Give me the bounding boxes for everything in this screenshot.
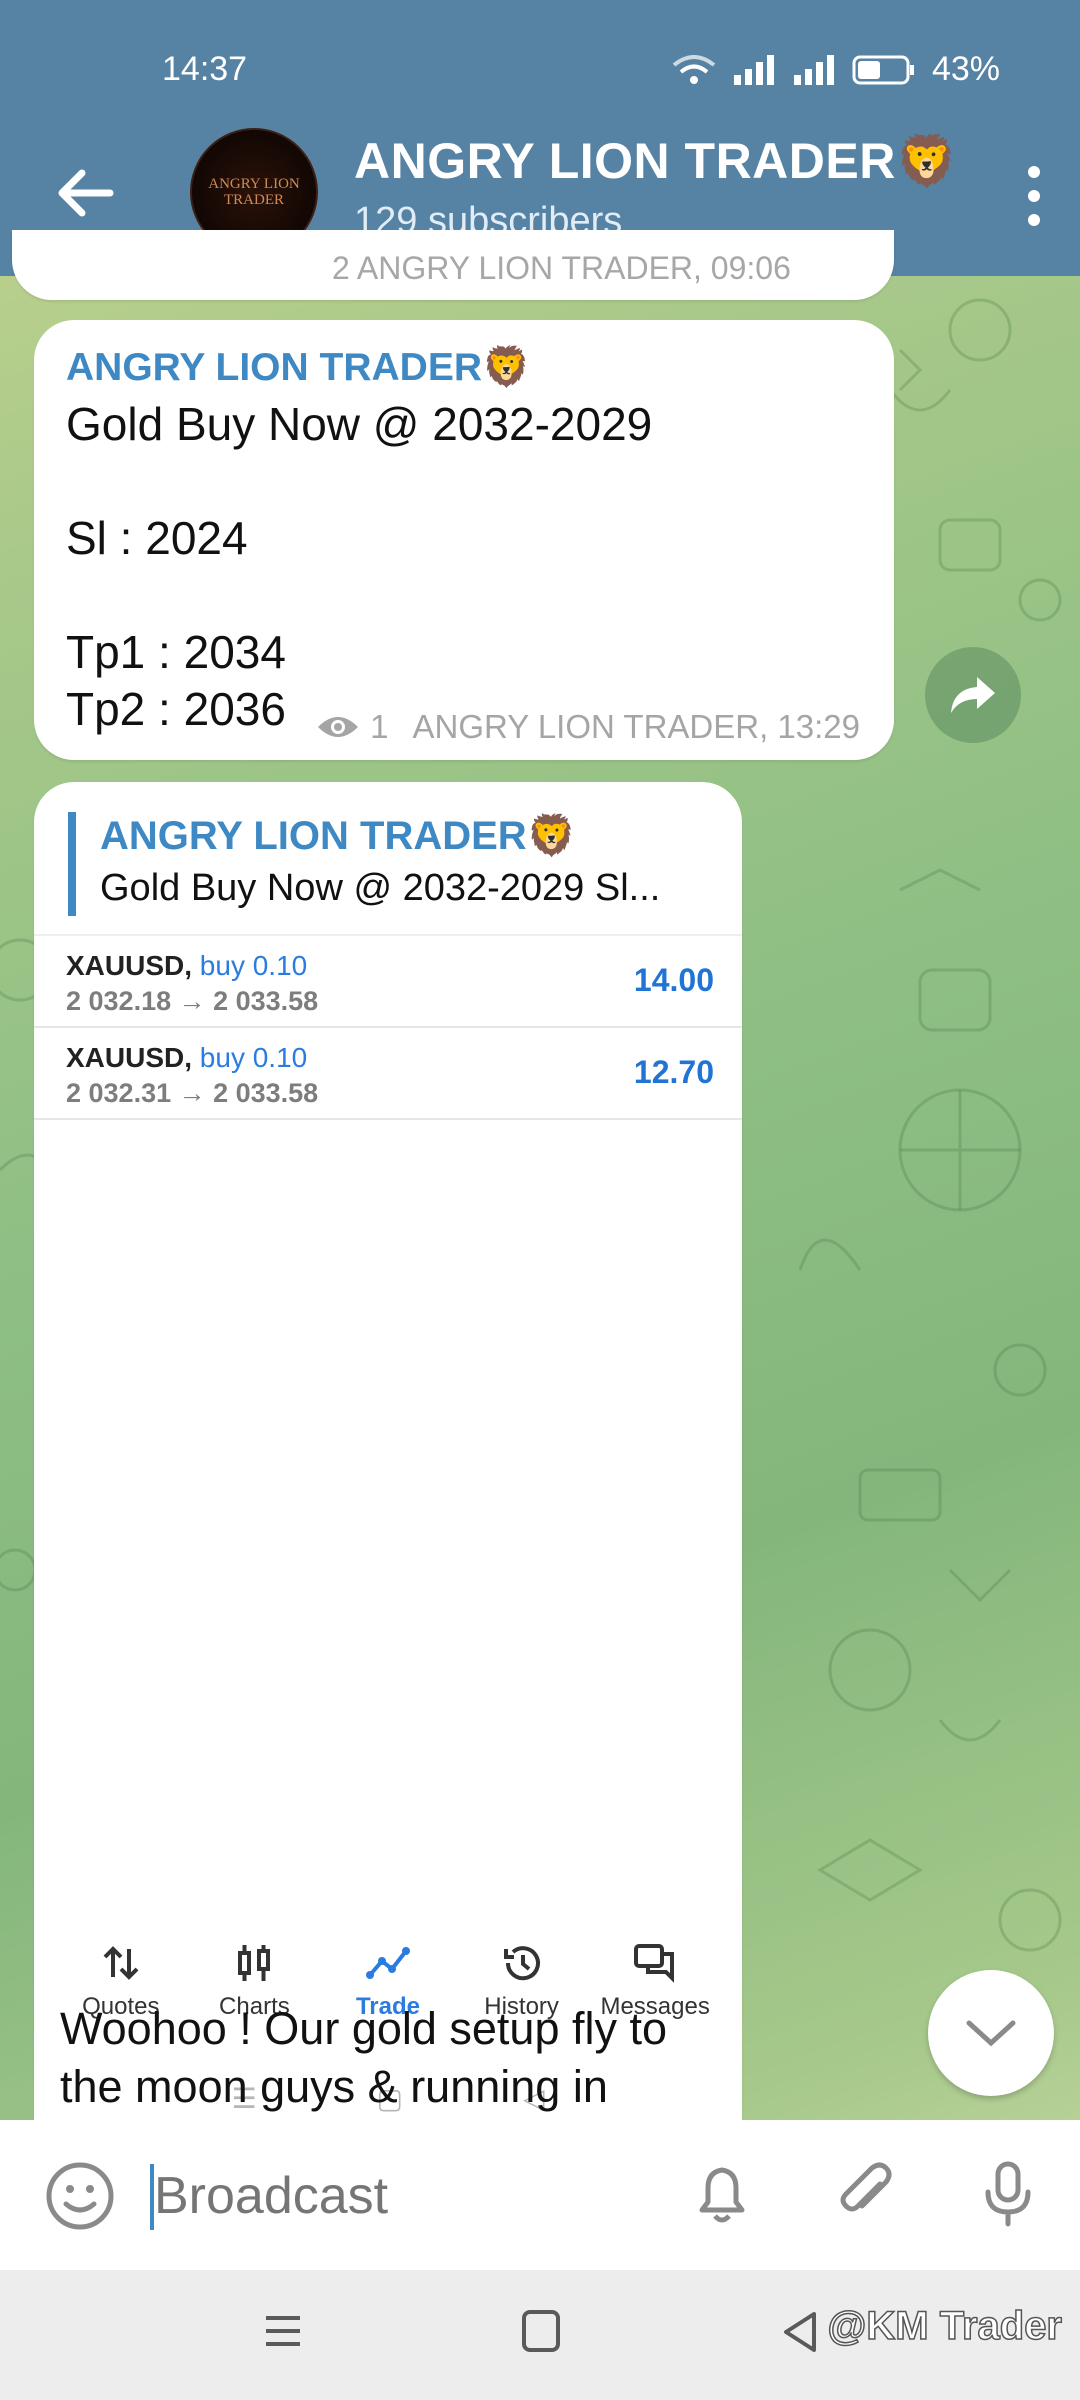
message-text: Gold Buy Now @ 2032-2029 Sl : 2024 Tp1 :… xyxy=(66,398,653,735)
forward-button[interactable] xyxy=(925,647,1021,743)
trade-profit: 12.70 xyxy=(633,1054,714,1090)
message-bubble-signal[interactable]: ANGRY LION TRADER🦁 Gold Buy Now @ 2032-2… xyxy=(34,320,894,760)
message-author[interactable]: ANGRY LION TRADER🦁 xyxy=(66,344,531,390)
trade-screenshot-image[interactable]: XAUUSD, buy 0.10 2 032.18 → 2 033.58 14.… xyxy=(34,934,742,2114)
history-icon xyxy=(503,1946,540,1981)
more-options-button[interactable] xyxy=(1014,160,1054,232)
signal-icon xyxy=(733,54,774,85)
reply-author: ANGRY LION TRADER🦁 xyxy=(100,814,577,858)
channel-title[interactable]: ANGRY LION TRADER🦁 xyxy=(354,132,959,191)
trade-prices: 2 032.18 → 2 033.58 xyxy=(66,986,319,1016)
previous-message-bubble[interactable]: 2 ANGRY LION TRADER, 09:06 xyxy=(12,230,894,300)
trade-symbol: XAUUSD, xyxy=(66,950,193,981)
message-meta: 1 ANGRY LION TRADER, 13:29 xyxy=(316,708,860,746)
trade-profit: 14.00 xyxy=(633,962,714,998)
views-eye-icon xyxy=(318,717,359,737)
signal-icon-2 xyxy=(793,54,834,85)
message-text: Woohoo ! Our gold setup fly to the moon … xyxy=(60,2003,668,2112)
trade-symbol: XAUUSD, xyxy=(66,1042,193,1073)
status-time: 14:37 xyxy=(162,50,248,88)
message-signature: ANGRY LION TRADER, 13:29 xyxy=(412,708,860,745)
trade-icon xyxy=(365,1947,410,1979)
wifi-icon xyxy=(672,54,716,84)
previous-message-meta: 2 ANGRY LION TRADER, 09:06 xyxy=(332,250,791,286)
system-navigation-bar: @KM Trader xyxy=(0,2270,1080,2400)
avatar-logo-text-2: TRADER xyxy=(224,192,284,208)
back-triangle-icon[interactable] xyxy=(780,2310,820,2354)
trade-row: XAUUSD, buy 0.10 2 032.31 → 2 033.58 12.… xyxy=(34,1028,742,1120)
reply-quote[interactable]: ANGRY LION TRADER🦁 Gold Buy Now @ 2032-2… xyxy=(68,812,708,916)
home-button-icon[interactable] xyxy=(522,2310,560,2352)
back-arrow-icon[interactable] xyxy=(50,158,120,228)
messages-icon xyxy=(634,1944,675,1983)
forward-arrow-icon xyxy=(951,677,995,713)
microphone-icon[interactable] xyxy=(972,2158,1044,2230)
avatar-logo-text-1: ANGRY LION xyxy=(208,176,300,192)
broadcast-input[interactable] xyxy=(154,2166,654,2226)
attach-paperclip-icon[interactable] xyxy=(830,2158,902,2230)
scroll-to-bottom-button[interactable] xyxy=(928,1970,1054,2096)
quotes-icon xyxy=(103,1946,139,1980)
trade-row: XAUUSD, buy 0.10 2 032.18 → 2 033.58 14.… xyxy=(34,936,742,1028)
recents-menu-icon[interactable] xyxy=(262,2310,304,2352)
reply-preview-text: Gold Buy Now @ 2032-2029 Sl... xyxy=(100,867,661,909)
battery-level: 43% xyxy=(931,50,1000,88)
bell-icon[interactable] xyxy=(686,2158,758,2230)
trade-side: buy 0.10 xyxy=(199,1042,308,1073)
watermark-text: @KM Trader xyxy=(827,2303,1063,2349)
charts-icon xyxy=(238,1945,271,1981)
battery-icon xyxy=(852,55,914,84)
message-composer xyxy=(0,2120,1080,2270)
trade-prices: 2 032.31 → 2 033.58 xyxy=(66,1078,319,1108)
trade-side: buy 0.10 xyxy=(199,950,308,981)
message-bubble-result[interactable]: ANGRY LION TRADER🦁 Gold Buy Now @ 2032-2… xyxy=(34,782,742,2152)
emoji-icon[interactable] xyxy=(44,2160,116,2232)
chevron-down-icon xyxy=(966,2020,1016,2047)
status-icons: 43% xyxy=(672,50,1000,89)
views-count: 1 xyxy=(370,708,389,745)
